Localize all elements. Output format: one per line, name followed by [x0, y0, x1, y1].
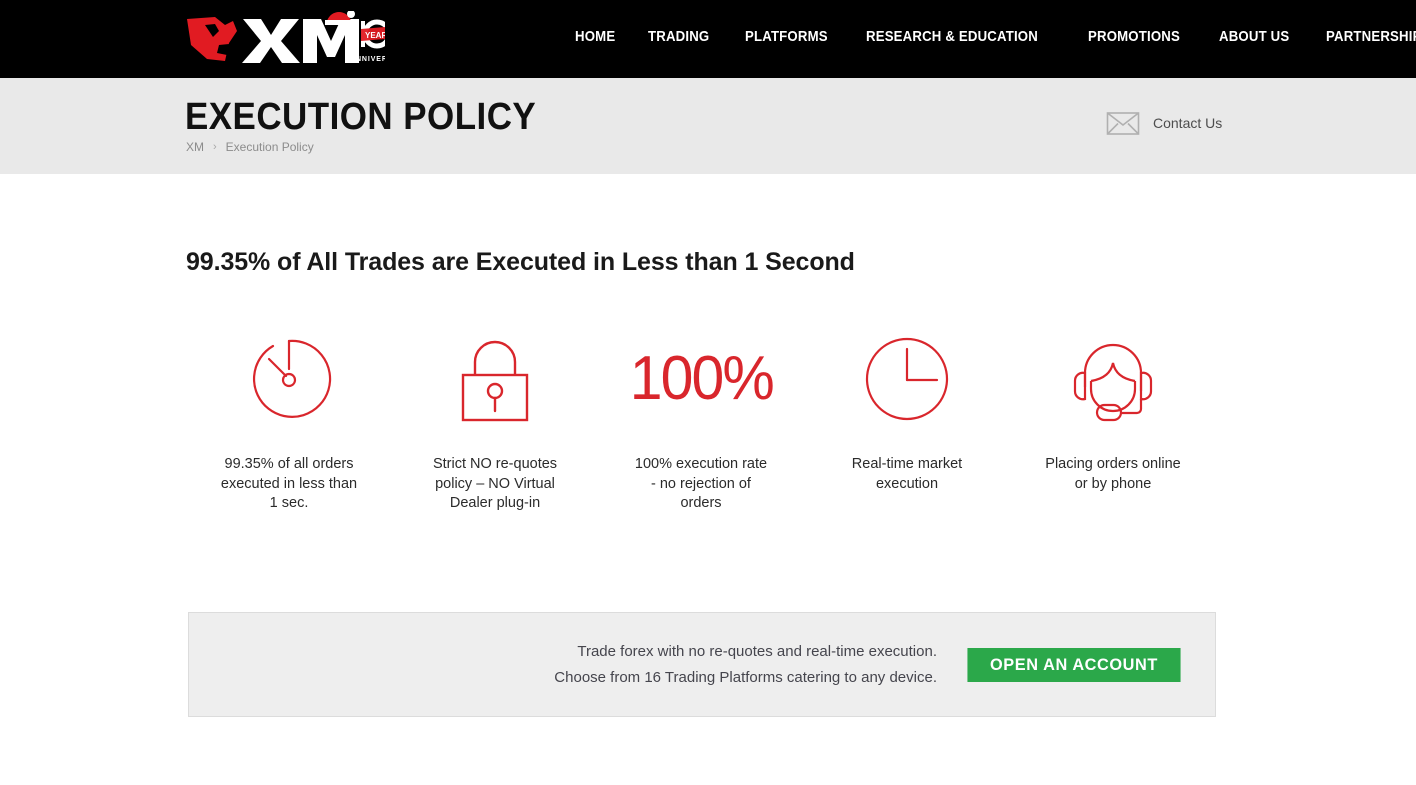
xm-logo-svg: YEARS ANNIVERSARY	[187, 10, 410, 63]
percent-100-icon: 100%	[626, 330, 777, 428]
nav-item-promotions[interactable]: PROMOTIONS	[1088, 28, 1180, 45]
feature-item-order-channels: Placing orders online or by phone	[1010, 330, 1216, 514]
padlock-icon	[449, 330, 541, 428]
feature-label: 99.35% of all orders executed in less th…	[220, 456, 358, 511]
anniversary-label: ANNIVERSARY	[350, 56, 385, 63]
feature-item-execution-rate: 100% 100% execution rate - no rejection …	[598, 330, 804, 514]
nav-item-research-education[interactable]: RESEARCH & EDUCATION	[866, 28, 1038, 45]
clock-icon	[861, 330, 953, 428]
nav-item-home[interactable]: HOME	[575, 28, 615, 45]
main-navigation: HOME TRADING PLATFORMS RESEARCH & EDUCAT…	[575, 28, 1416, 45]
nav-item-partnerships[interactable]: PARTNERSHIPS	[1326, 28, 1416, 45]
feature-label: Placing orders online or by phone	[1045, 456, 1181, 492]
xm-wordmark	[242, 19, 359, 63]
breadcrumb-current: Execution Policy	[225, 140, 314, 154]
cta-line-1: Trade forex with no re-quotes and real-t…	[577, 642, 937, 660]
feature-label: Strict NO re-quotes policy – NO Virtual …	[432, 456, 558, 511]
page-main-heading: 99.35% of All Trades are Executed in Les…	[186, 248, 855, 276]
contact-us-label: Contact Us	[1153, 115, 1223, 131]
feature-item-realtime-execution: Real-time market execution	[804, 330, 1010, 514]
feature-list: 99.35% of all orders executed in less th…	[186, 330, 1216, 514]
page-title: EXECUTION POLICY	[185, 96, 537, 138]
cta-text: Trade forex with no re-quotes and real-t…	[554, 639, 937, 691]
percent-100-text: 100%	[629, 344, 774, 413]
stopwatch-icon	[243, 330, 335, 428]
nav-item-about-us[interactable]: ABOUT US	[1219, 28, 1289, 45]
breadcrumb: XM › Execution Policy	[186, 140, 314, 154]
bull-head-icon	[187, 17, 237, 61]
anniversary-years-label: YEARS	[365, 31, 385, 40]
cta-line-2: Choose from 16 Trading Platforms caterin…	[554, 668, 937, 686]
breadcrumb-root[interactable]: XM	[186, 140, 204, 154]
top-navigation-bar: YEARS ANNIVERSARY HOME TRADING PLATFORMS…	[0, 0, 1416, 78]
nav-item-trading[interactable]: TRADING	[648, 28, 709, 45]
breadcrumb-separator-icon: ›	[213, 141, 217, 153]
feature-item-execution-speed: 99.35% of all orders executed in less th…	[186, 330, 392, 514]
xm-logo[interactable]: YEARS ANNIVERSARY	[185, 10, 410, 67]
feature-label: Real-time market execution	[851, 456, 963, 492]
open-an-account-button[interactable]: OPEN AN ACCOUNT	[967, 647, 1181, 682]
nav-item-platforms[interactable]: PLATFORMS	[745, 28, 828, 45]
headset-support-icon	[1063, 330, 1163, 428]
cta-banner: Trade forex with no re-quotes and real-t…	[188, 612, 1216, 717]
envelope-icon	[1106, 112, 1140, 135]
contact-us-link[interactable]: Contact Us	[1106, 110, 1222, 136]
feature-item-no-requotes: Strict NO re-quotes policy – NO Virtual …	[392, 330, 598, 514]
feature-label: 100% execution rate - no rejection of or…	[634, 456, 768, 511]
